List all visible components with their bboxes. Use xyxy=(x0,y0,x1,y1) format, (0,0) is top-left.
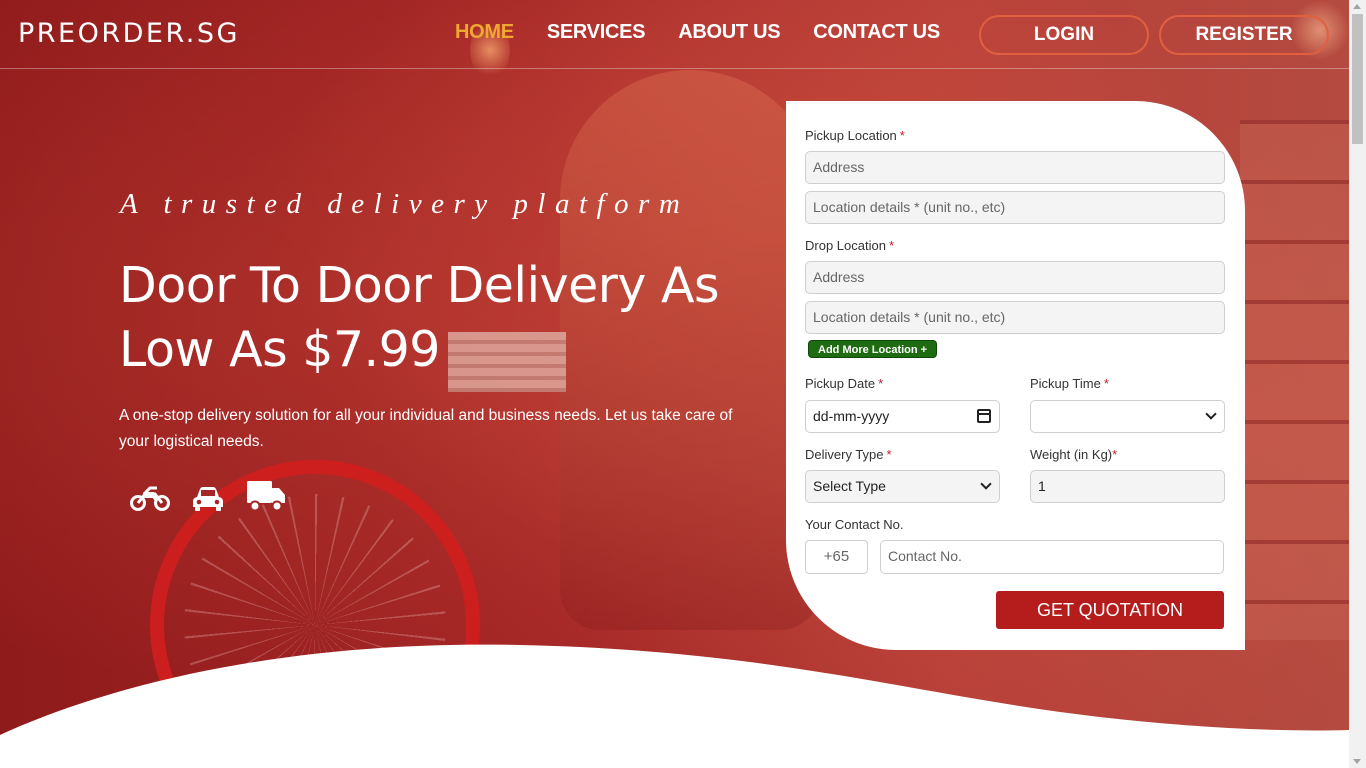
hero-description: A one-stop delivery solution for all you… xyxy=(119,407,733,450)
contact-number-label: Your Contact No. xyxy=(805,517,904,532)
get-quotation-button[interactable]: GET QUOTATION xyxy=(996,591,1224,629)
site-header: PREORDER.SG HOME SERVICES ABOUT US CONTA… xyxy=(0,0,1349,69)
scroll-down-arrow-icon[interactable] xyxy=(1353,759,1361,764)
register-button[interactable]: REGISTER xyxy=(1159,15,1329,55)
chevron-down-icon xyxy=(980,478,992,490)
pickup-address-input[interactable]: Address xyxy=(805,151,1225,184)
weight-input[interactable]: 1 xyxy=(1030,470,1225,503)
nav-about-us[interactable]: ABOUT US xyxy=(678,21,780,44)
car-icon xyxy=(193,487,223,511)
pickup-time-label: Pickup Time * xyxy=(1030,376,1109,391)
scrollbar-thumb[interactable] xyxy=(1352,14,1363,144)
site-logo[interactable]: PREORDER.SG xyxy=(18,18,240,49)
hero-wave-divider xyxy=(0,644,1349,768)
drop-address-input[interactable]: Address xyxy=(805,261,1225,294)
page-scrollbar[interactable] xyxy=(1349,0,1366,768)
delivery-type-label: Delivery Type * xyxy=(805,447,892,462)
chevron-down-icon xyxy=(1205,408,1217,420)
drop-location-details-input[interactable]: Location details * (unit no., etc) xyxy=(805,301,1225,334)
hero-tagline: A trusted delivery platform xyxy=(120,188,690,220)
nav-contact-us[interactable]: CONTACT US xyxy=(813,21,940,44)
pickup-date-input[interactable]: dd-mm-yyyy xyxy=(805,400,1000,433)
add-more-location-button[interactable]: Add More Location + xyxy=(808,340,938,358)
weight-label: Weight (in Kg)* xyxy=(1030,447,1118,462)
drop-location-label: Drop Location * xyxy=(805,238,895,253)
pickup-location-label: Pickup Location * xyxy=(805,128,905,143)
delivery-type-select[interactable]: Select Type xyxy=(805,470,1000,503)
pickup-time-select[interactable] xyxy=(1030,400,1225,433)
calendar-icon[interactable] xyxy=(977,409,991,423)
motorcycle-icon xyxy=(130,486,170,511)
truck-icon xyxy=(247,481,285,512)
pickup-location-details-input[interactable]: Location details * (unit no., etc) xyxy=(805,191,1225,224)
nav-home[interactable]: HOME xyxy=(455,21,514,44)
contact-number-input[interactable]: Contact No. xyxy=(880,540,1224,574)
hero-headline: Door To Door Delivery As Low As $7.99 xyxy=(119,257,720,378)
background-shelf xyxy=(1240,120,1349,640)
pickup-date-label: Pickup Date * xyxy=(805,376,884,391)
scroll-up-arrow-icon[interactable] xyxy=(1353,4,1361,9)
vehicle-icons xyxy=(130,480,286,512)
country-code-prefix: +65 xyxy=(805,540,868,574)
main-nav: HOME SERVICES ABOUT US CONTACT US xyxy=(455,21,940,44)
login-button[interactable]: LOGIN xyxy=(979,15,1149,55)
nav-services[interactable]: SERVICES xyxy=(547,21,646,44)
